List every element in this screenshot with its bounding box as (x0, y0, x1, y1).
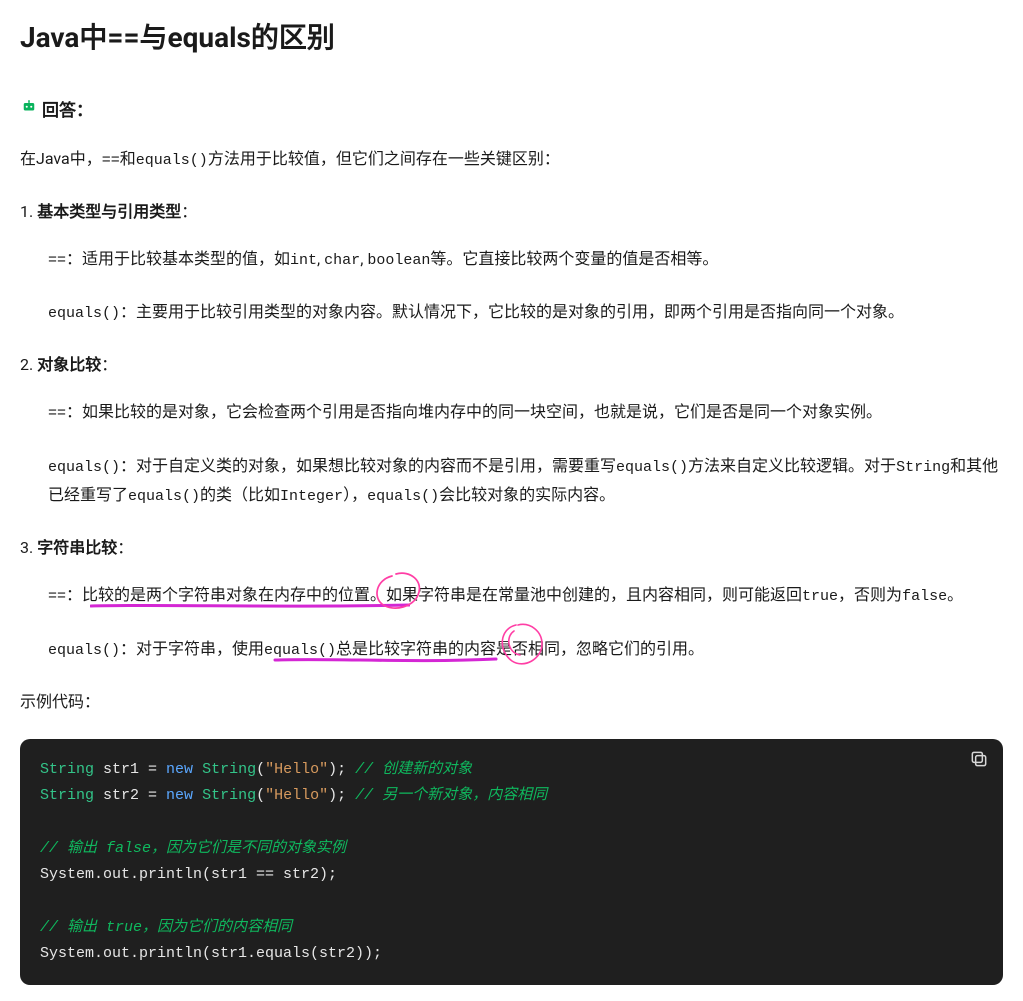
answer-heading: 回答： (20, 96, 1003, 121)
section-1-item-1: ==：适用于比较基本类型的值，如int, char, boolean等。它直接比… (48, 245, 1003, 274)
code-block: String str1 = new String("Hello"); // 创建… (20, 739, 1003, 985)
answer-label-text: 回答： (42, 96, 93, 121)
robot-icon (20, 97, 38, 120)
section-1-head: 1. 基本类型与引用类型： (20, 198, 1003, 225)
section-2-head: 2. 对象比较： (20, 351, 1003, 378)
copy-icon (969, 749, 989, 769)
copy-button[interactable] (969, 749, 991, 771)
section-3-item-2: equals()：对于字符串，使用equals()总是比较字符串的内容是否相同，… (48, 635, 1003, 664)
intro-paragraph: 在Java中，==和equals()方法用于比较值，但它们之间存在一些关键区别： (20, 145, 1003, 174)
section-3-item-1: ==：比较的是两个字符串对象在内存中的位置。如果字符串是在常量池中创建的，且内容… (48, 581, 1003, 610)
code-eqeq: == (102, 152, 120, 169)
section-1-item-2: equals()：主要用于比较引用类型的对象内容。默认情况下，它比较的是对象的引… (48, 298, 1003, 327)
section-2-item-1: ==：如果比较的是对象，它会检查两个引用是否指向堆内存中的同一块空间，也就是说，… (48, 398, 1003, 427)
section-2-item-2: equals()：对于自定义类的对象，如果想比较对象的内容而不是引用，需要重写e… (48, 452, 1003, 511)
example-label: 示例代码： (20, 688, 1003, 715)
code-equals: equals() (136, 152, 208, 169)
code-content: String str1 = new String("Hello"); // 创建… (40, 757, 983, 967)
section-3-head: 3. 字符串比较： (20, 534, 1003, 561)
page-title: Java中==与equals的区别 (20, 16, 1003, 56)
